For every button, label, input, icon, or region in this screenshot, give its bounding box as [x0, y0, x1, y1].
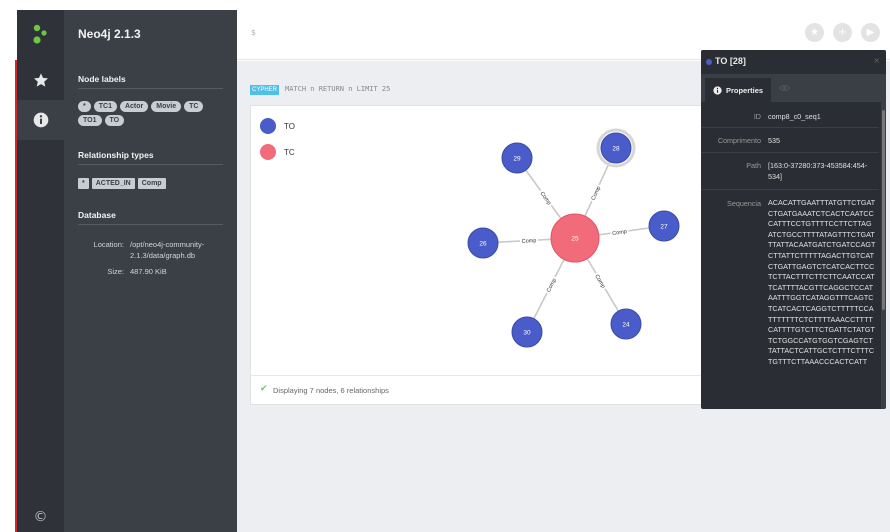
tab-properties[interactable]: Properties [705, 78, 771, 102]
edge-label: Comp [591, 185, 603, 201]
node-caption: 24 [622, 322, 630, 329]
node-label-tag[interactable]: * [78, 101, 91, 112]
copyright-icon[interactable]: © [17, 502, 64, 532]
relationship-type-tag[interactable]: ACTED_IN [91, 178, 135, 189]
check-icon: ✔ [260, 384, 268, 394]
inspector-title: TO [28] [715, 56, 746, 66]
relationship-types-list: * ACTED_IN Comp [78, 178, 228, 189]
play-icon[interactable]: ▶ [861, 23, 880, 42]
divider [78, 224, 223, 225]
status-text: Displaying 7 nodes, 6 relationships [273, 386, 389, 395]
inspector-tabs: Properties [701, 74, 886, 102]
relationship-type-tag[interactable]: * [78, 178, 89, 189]
node-label-tag[interactable]: Movie [151, 101, 182, 112]
property-row-sequencia: Sequencia ACACATTGAATTTATGTTCTGATCTGATGA… [701, 191, 879, 409]
database-size-row: Size: 487.90 KiB [64, 266, 237, 278]
clear-icon[interactable]: + [833, 23, 852, 42]
node-labels-heading: Node labels [78, 74, 126, 84]
close-icon[interactable]: × [873, 56, 880, 65]
node-labels-list: * TC1 Actor Movie TC TO1 TO [78, 101, 228, 126]
info-icon[interactable] [17, 100, 64, 140]
inspector-header: TO [28] × [701, 50, 886, 74]
edge-label: Comp [546, 278, 558, 294]
app-title: Neo4j 2.1.3 [78, 27, 141, 41]
favorites-star-icon[interactable] [17, 60, 64, 100]
favorite-star-icon[interactable]: ★ [805, 23, 824, 42]
node-caption: 26 [479, 241, 487, 248]
property-value: [163:0-37280:373-453584:454-534] [768, 161, 868, 181]
node-label-tag[interactable]: TC [184, 101, 204, 112]
size-value: 487.90 KiB [130, 267, 167, 276]
node-caption: 25 [571, 236, 579, 243]
relationship-types-heading: Relationship types [78, 150, 154, 160]
database-heading: Database [78, 210, 116, 220]
node-caption: 28 [612, 146, 620, 153]
property-key: ID [753, 112, 761, 121]
property-key: Comprimento [717, 136, 761, 145]
edge-label: Comp [593, 274, 606, 290]
node-label-tag[interactable]: Actor [119, 101, 149, 112]
location-label: Location: [93, 240, 124, 249]
node-label-tag[interactable]: TC1 [93, 101, 117, 112]
property-key: Sequencia [727, 199, 761, 208]
node-color-dot [706, 59, 712, 65]
edge-label: Comp [612, 229, 627, 237]
property-row-path: Path [163:0-37280:373-453584:454-534] [701, 154, 879, 190]
node-inspector-panel: TO [28] × Properties ID comp8_c0_seq1 Co… [701, 50, 886, 409]
property-row-comprimento: Comprimento 535 [701, 129, 879, 153]
node-label-tag[interactable]: TO [104, 115, 125, 126]
size-label: Size: [107, 267, 124, 276]
edge-label: Comp [522, 238, 537, 245]
property-row-id: ID comp8_c0_seq1 [701, 106, 879, 128]
node-caption: 27 [660, 224, 668, 231]
edge-label: Comp [538, 191, 551, 206]
divider [78, 164, 223, 165]
info-drawer: Neo4j 2.1.3 Node labels * TC1 Actor Movie TC… [64, 10, 237, 532]
property-value: comp8_c0_seq1 [768, 112, 821, 121]
node-caption: 29 [513, 156, 521, 163]
node-label-tag[interactable]: TO1 [78, 115, 102, 126]
property-value: ACACATTGAATTTATGTTCTGATCTGATGAAATCTCACTC… [768, 198, 876, 366]
query-text[interactable]: MATCH n RETURN n LIMIT 25 [285, 85, 390, 93]
editor-prompt[interactable]: $ [251, 28, 256, 37]
icon-rail: © [17, 10, 64, 532]
scrollbar[interactable] [881, 102, 886, 409]
scrollbar-thumb[interactable] [882, 110, 885, 310]
tab-properties-label: Properties [725, 85, 764, 95]
eye-icon[interactable] [778, 84, 791, 94]
relationship-type-tag[interactable]: Comp [137, 178, 166, 189]
info-icon [713, 85, 722, 95]
node-caption: 30 [523, 330, 531, 337]
neo4j-logo-icon[interactable] [17, 10, 64, 60]
cypher-badge: CYPHER [250, 85, 280, 95]
location-value: /opt/neo4j-community-2.1.3/data/graph.db [130, 240, 205, 260]
property-key: Path [746, 161, 761, 170]
neo4j-browser: © Neo4j 2.1.3 Node labels * TC1 Actor Movie… [0, 0, 890, 532]
divider [78, 88, 223, 89]
property-value: 535 [768, 136, 780, 145]
window-edge [0, 0, 16, 532]
